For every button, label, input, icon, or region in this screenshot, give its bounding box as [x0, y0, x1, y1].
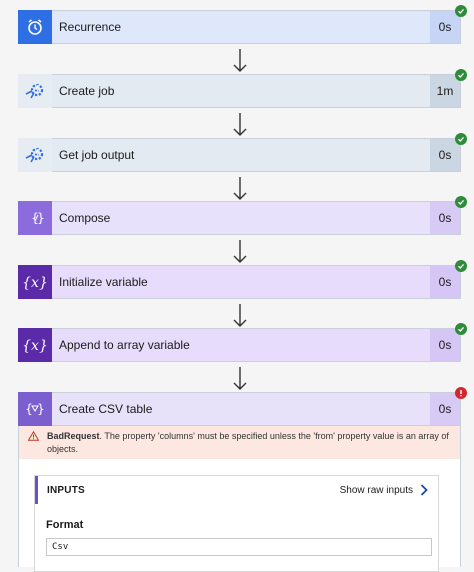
step-get-job-output[interactable]: Get job output 0s: [18, 137, 461, 172]
arrow-down-icon: [233, 240, 247, 263]
compose-braces-icon: {}: [18, 200, 52, 235]
step-label: Create job: [59, 84, 115, 98]
arrow-down-icon: [233, 177, 247, 200]
error-status-icon: [455, 387, 467, 399]
step-duration: 0s: [430, 329, 460, 361]
arrow-down-icon: [233, 113, 247, 136]
step-append-to-array-variable[interactable]: {x} Append to array variable 0s: [18, 327, 461, 362]
step-initialize-variable[interactable]: {x} Initialize variable 0s: [18, 264, 461, 299]
step-duration: 0s: [430, 202, 460, 234]
step-label: Create CSV table: [59, 402, 153, 416]
step-label: Recurrence: [59, 20, 122, 34]
step-duration: 0s: [430, 139, 460, 171]
step-create-csv-table[interactable]: {} Create CSV table 0s: [18, 391, 461, 426]
success-check-icon: [455, 260, 467, 272]
svg-text:{x}: {x}: [23, 275, 47, 291]
show-raw-inputs-label: Show raw inputs: [339, 484, 413, 496]
step-label: Compose: [59, 211, 111, 225]
variable-x-icon: {x}: [18, 327, 52, 362]
arrow-down-icon: [233, 49, 247, 72]
inputs-card: INPUTS Show raw inputs Format Csv: [34, 475, 439, 572]
step-create-job[interactable]: Create job 1m: [18, 73, 461, 108]
arrow-down-icon: [233, 367, 247, 390]
inputs-header: INPUTS Show raw inputs: [35, 476, 438, 504]
step-label: Append to array variable: [59, 338, 190, 352]
svg-text:}: }: [37, 211, 45, 225]
csv-table-braces-icon: {}: [18, 391, 52, 426]
success-check-icon: [455, 133, 467, 145]
show-raw-inputs-link[interactable]: Show raw inputs: [340, 484, 428, 496]
svg-text:}: }: [37, 402, 45, 416]
step-label: Initialize variable: [59, 275, 148, 289]
step-duration: 1m: [430, 75, 460, 107]
arrow-down-icon: [233, 304, 247, 327]
variable-x-icon: {x}: [18, 264, 52, 299]
svg-text:{x}: {x}: [23, 338, 47, 354]
automation-gear-icon: [18, 137, 52, 172]
format-field: Csv: [46, 538, 432, 556]
inputs-title: INPUTS: [47, 484, 85, 496]
automation-gear-icon: [18, 73, 52, 108]
success-check-icon: [455, 323, 467, 335]
step-recurrence[interactable]: Recurrence 0s: [18, 9, 461, 44]
format-label: Format: [46, 519, 84, 531]
success-check-icon: [455, 69, 467, 81]
step-duration: 0s: [430, 266, 460, 298]
svg-text:{: {: [25, 402, 33, 416]
error-text: . The property 'columns' must be specifi…: [47, 431, 449, 454]
error-message-panel: BadRequest. The property 'columns' must …: [18, 426, 461, 459]
step-label: Get job output: [59, 148, 135, 162]
step-compose[interactable]: {} Compose 0s: [18, 200, 461, 235]
action-details-area: INPUTS Show raw inputs Format Csv: [18, 459, 461, 572]
step-duration: 0s: [430, 393, 460, 425]
error-title: BadRequest: [47, 431, 100, 441]
success-check-icon: [455, 196, 467, 208]
warning-triangle-icon: [28, 431, 39, 441]
step-duration: 0s: [430, 11, 460, 43]
success-check-icon: [455, 5, 467, 17]
chevron-right-icon: [420, 484, 428, 496]
alarm-clock-icon: [18, 9, 52, 44]
